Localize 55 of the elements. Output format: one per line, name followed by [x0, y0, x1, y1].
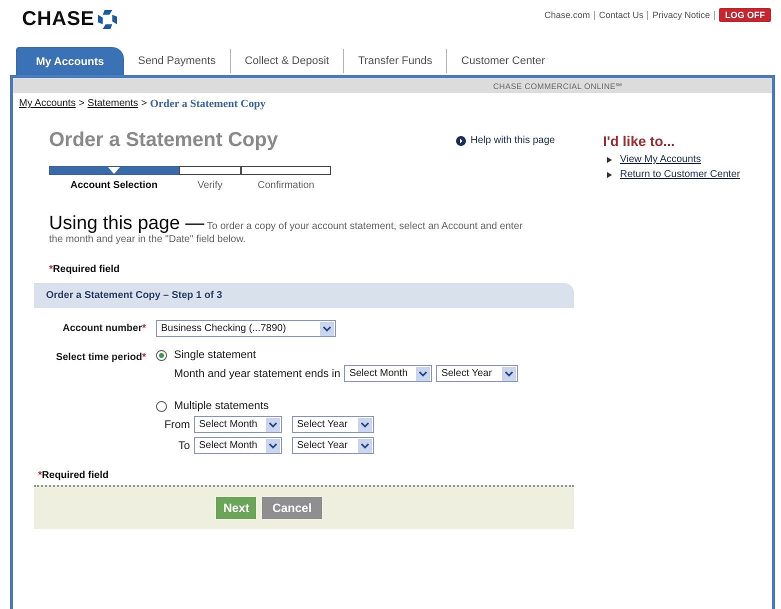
account-select[interactable]: Business Checking (...7890) [156, 320, 336, 337]
required-field-note: *Required field [49, 264, 121, 275]
dropdown-field[interactable]: Select Month [194, 437, 282, 454]
product-banner-text: CHASE COMMERCIAL ONLINE℠ [493, 82, 622, 91]
dropdown-icon [320, 322, 334, 336]
brand-logo-text: CHASE [22, 8, 95, 31]
radio-button[interactable] [156, 350, 167, 360]
step-pointer-icon [108, 167, 120, 174]
page-title: Order a Statement Copy [49, 129, 278, 152]
sidebar-link[interactable]: Return to Customer Center [620, 169, 740, 180]
help-link[interactable]: Help with this page [456, 135, 555, 146]
dropdown-field[interactable]: Select Month [194, 416, 282, 433]
breadcrumb-link[interactable]: My Accounts [19, 98, 76, 110]
dropdown-icon [358, 418, 372, 432]
field-label: From [163, 418, 190, 430]
nav-tab[interactable]: Collect & Deposit [230, 49, 344, 73]
dropdown-icon [266, 418, 280, 432]
step-label: Account Selection [70, 180, 158, 191]
field-label: Account number* [62, 322, 147, 334]
intro-text: Using this page —To order a copy of your account statement, select an Account and enter the month and year in the "Date" field below. [49, 217, 524, 246]
dropdown-icon [266, 438, 280, 452]
field-label: To [177, 440, 190, 452]
nav-tab[interactable]: Customer Center [447, 49, 560, 73]
nav-tab[interactable]: Send Payments [124, 49, 231, 73]
nav-tab[interactable]: Transfer Funds [344, 49, 448, 73]
top-link[interactable]: Contact Us [598, 10, 644, 20]
dropdown-icon [416, 366, 430, 380]
section-title: Order a Statement Copy – Step 1 of 3 [46, 290, 222, 301]
breadcrumb-separator: > [141, 98, 147, 110]
triangle-bullet-icon [607, 156, 612, 162]
radio-label: Single statement [174, 349, 256, 361]
logoff-button[interactable]: LOG OFF [719, 8, 771, 22]
field-label: Month and year statement ends in [174, 368, 340, 380]
triangle-bullet-icon [607, 172, 612, 178]
nav-tab[interactable]: My Accounts [16, 47, 124, 75]
sidebar-link[interactable]: View My Accounts [620, 154, 701, 165]
step-label: Verify [197, 180, 222, 191]
top-link[interactable]: Privacy Notice [652, 10, 710, 20]
required-field-note: *Required field [37, 470, 110, 481]
dropdown-field[interactable]: Select Year [292, 416, 374, 433]
dropdown-field[interactable]: Select Month [344, 365, 432, 382]
radio-label: Multiple statements [174, 400, 269, 412]
top-link[interactable]: Chase.com [544, 10, 590, 20]
step-label: Confirmation [258, 180, 314, 191]
breadcrumb-link[interactable]: Order a Statement Copy [150, 98, 266, 110]
octagon-logo-icon [98, 10, 117, 29]
dropdown-icon [358, 438, 372, 452]
dropdown-icon [502, 366, 516, 380]
dropdown-field[interactable]: Select Year [436, 365, 518, 382]
dropdown-field[interactable]: Select Year [292, 437, 374, 454]
field-label: Select time period* [54, 351, 147, 363]
breadcrumb-separator: > [78, 98, 85, 110]
sidebar-heading: I'd like to... [603, 133, 676, 149]
radio-button[interactable] [156, 400, 167, 412]
breadcrumb-link[interactable]: Statements [88, 98, 138, 110]
